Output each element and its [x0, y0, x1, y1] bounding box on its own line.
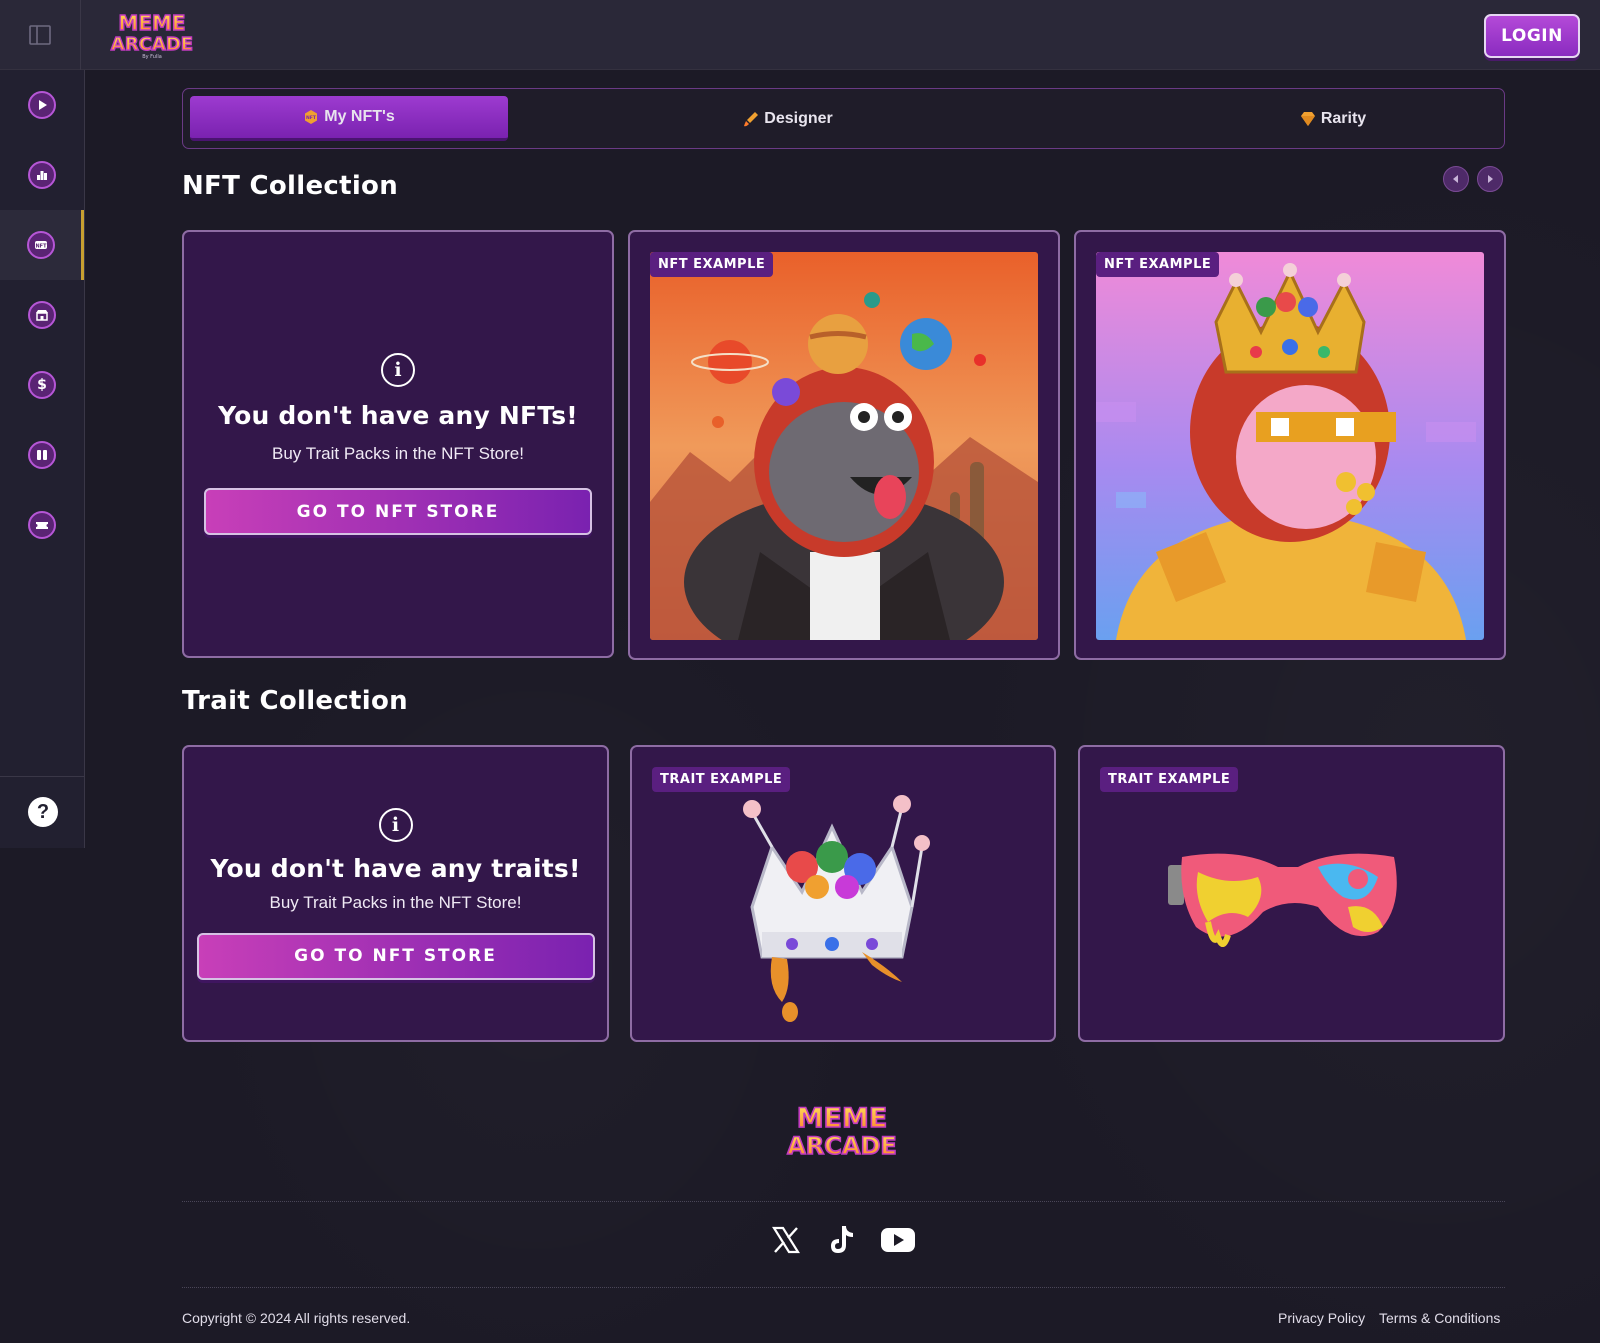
play-icon — [28, 91, 56, 119]
sidebar-toggle-icon — [29, 25, 51, 45]
terms-conditions-link[interactable]: Terms & Conditions — [1379, 1310, 1500, 1326]
nft-empty-subtitle: Buy Trait Packs in the NFT Store! — [272, 444, 524, 463]
svg-text:NFT: NFT — [35, 244, 47, 250]
tab-designer-label: Designer — [764, 109, 833, 127]
info-icon: i — [381, 353, 415, 387]
crown-trait-image — [712, 787, 952, 1027]
store-icon — [28, 301, 56, 329]
nft-example-image — [650, 252, 1038, 640]
footer-logo-line-1: MEME — [797, 1103, 888, 1134]
nft-empty-card: i You don't have any NFTs! Buy Trait Pac… — [182, 230, 614, 658]
tab-my-nfts[interactable]: NFT My NFT's — [190, 96, 508, 141]
footer-divider — [182, 1287, 1505, 1288]
footer-logo[interactable]: MEME ARCADE — [786, 1100, 898, 1165]
brush-icon — [744, 111, 759, 126]
nft-example-image — [1096, 252, 1484, 640]
trait-example-badge: TRAIT EXAMPLE — [652, 767, 791, 792]
nft-example-badge: NFT EXAMPLE — [1096, 252, 1220, 277]
tab-designer[interactable]: Designer — [623, 96, 953, 141]
sidebar-item-ticket[interactable] — [0, 490, 84, 560]
svg-text:NFT: NFT — [306, 115, 317, 121]
trait-empty-title: You don't have any traits! — [210, 853, 581, 883]
tab-bar: NFT My NFT's Designer Rarity — [182, 88, 1505, 149]
sidebar-item-play[interactable] — [0, 70, 84, 140]
youtube-link[interactable] — [880, 1222, 916, 1258]
dollar-icon: $ — [28, 371, 56, 399]
header-logo[interactable]: MEME ARCADE By Fulla — [110, 8, 194, 65]
glasses-trait-image — [1168, 837, 1408, 977]
logo-line-2: ARCADE — [111, 34, 193, 55]
sidebar-item-leaderboard[interactable] — [0, 140, 84, 210]
info-icon: i — [378, 807, 413, 842]
x-icon — [772, 1226, 800, 1254]
top-bar: MEME ARCADE By Fulla LOGIN — [0, 0, 1600, 70]
trait-collection-title: Trait Collection — [182, 686, 408, 716]
nft-collection-title: NFT Collection — [182, 171, 399, 201]
youtube-icon — [881, 1228, 915, 1252]
x-link[interactable] — [768, 1222, 804, 1258]
trait-empty-subtitle: Buy Trait Packs in the NFT Store! — [269, 892, 522, 912]
nft-empty-title: You don't have any NFTs! — [218, 401, 578, 430]
trait-empty-card: i You don't have any traits! Buy Trait P… — [182, 745, 609, 1042]
diamond-icon — [1300, 111, 1315, 126]
sidebar-divider — [0, 776, 84, 777]
help-button[interactable]: ? — [28, 797, 58, 827]
tab-rarity[interactable]: Rarity — [1168, 96, 1498, 141]
nft-example-badge: NFT EXAMPLE — [650, 252, 774, 277]
trait-example-badge: TRAIT EXAMPLE — [1100, 767, 1239, 792]
trait-example-card[interactable]: TRAIT EXAMPLE — [1078, 745, 1505, 1042]
sidebar-item-earn[interactable]: $ — [0, 350, 84, 420]
logo-line-1: MEME — [118, 11, 185, 35]
footer-logo-line-2: ARCADE — [787, 1132, 897, 1160]
privacy-policy-link[interactable]: Privacy Policy — [1278, 1310, 1365, 1326]
trait-example-card[interactable]: TRAIT EXAMPLE — [630, 745, 1056, 1042]
tab-rarity-label: Rarity — [1320, 109, 1367, 127]
nft-example-card[interactable]: NFT EXAMPLE — [628, 230, 1060, 660]
sidebar-item-store[interactable] — [0, 280, 84, 350]
ticket-icon — [28, 511, 56, 539]
wallet-icon — [28, 441, 56, 469]
go-to-nft-store-button[interactable]: GO TO NFT STORE — [204, 488, 592, 535]
nft-icon: NFT — [26, 231, 55, 259]
carousel-prev-button[interactable] — [1443, 166, 1469, 192]
chevron-left-icon — [1453, 175, 1458, 183]
carousel-next-button[interactable] — [1477, 166, 1503, 192]
sidebar-item-wallet[interactable] — [0, 420, 84, 490]
leaderboard-icon — [28, 161, 56, 189]
login-button[interactable]: LOGIN — [1484, 14, 1580, 58]
nft-badge-icon: NFT — [305, 110, 318, 124]
logo-tagline: By Fulla — [142, 54, 162, 60]
footer-divider — [182, 1201, 1505, 1202]
sidebar: NFT $ ? — [0, 70, 85, 848]
tab-my-nfts-label: My NFT's — [324, 108, 395, 125]
copyright-text: Copyright © 2024 All rights reserved. — [182, 1310, 411, 1326]
nft-example-card[interactable]: NFT EXAMPLE — [1074, 230, 1506, 660]
chevron-right-icon — [1488, 175, 1493, 183]
sidebar-toggle-button[interactable] — [0, 0, 81, 70]
tiktok-link[interactable] — [824, 1222, 860, 1258]
sidebar-item-nft[interactable]: NFT — [0, 210, 84, 280]
tiktok-icon — [831, 1226, 853, 1253]
go-to-nft-store-button[interactable]: GO TO NFT STORE — [196, 932, 595, 980]
